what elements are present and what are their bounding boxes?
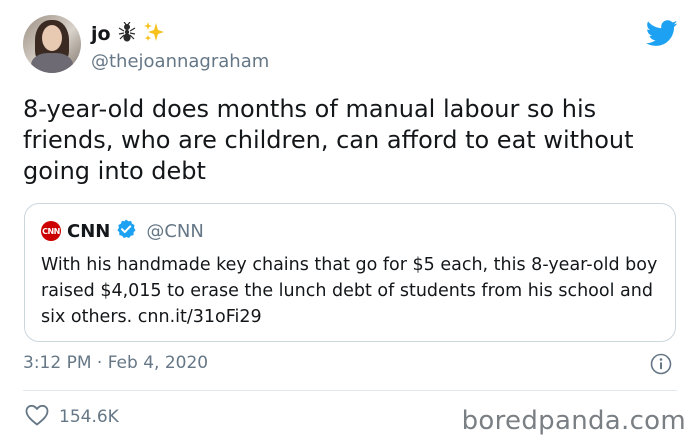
ant-icon: [117, 21, 137, 46]
divider: [23, 390, 677, 391]
avatar-face: [42, 25, 62, 51]
sparkles-icon: [143, 21, 165, 47]
avatar-body: [31, 53, 73, 73]
verified-badge-icon: [116, 219, 136, 243]
quoted-tweet-header: CNN CNN @CNN: [41, 219, 204, 243]
author-handle[interactable]: @thejoannagraham: [91, 51, 269, 72]
author-name-row: jo: [91, 21, 165, 47]
twitter-bird-icon[interactable]: [645, 20, 678, 51]
quoted-tweet-card[interactable]: CNN CNN @CNN With his handmade key chain…: [24, 203, 676, 342]
quoted-display-name: CNN: [67, 220, 111, 242]
watermark: boredpanda.com: [461, 406, 686, 436]
info-icon[interactable]: [650, 353, 672, 379]
quoted-tweet-text: With his handmade key chains that go for…: [41, 255, 658, 327]
tweet-text: 8-year-old does months of manual labour …: [23, 95, 634, 185]
tweet-timestamp[interactable]: 3:12 PM · Feb 4, 2020: [23, 353, 208, 373]
quoted-handle: @CNN: [146, 220, 204, 242]
avatar[interactable]: [23, 15, 81, 73]
cnn-logo-icon: CNN: [41, 221, 61, 241]
like-row[interactable]: 154.6K: [25, 404, 119, 430]
like-count: 154.6K: [59, 407, 119, 427]
author-display-name[interactable]: jo: [91, 23, 111, 45]
heart-icon[interactable]: [25, 404, 49, 430]
